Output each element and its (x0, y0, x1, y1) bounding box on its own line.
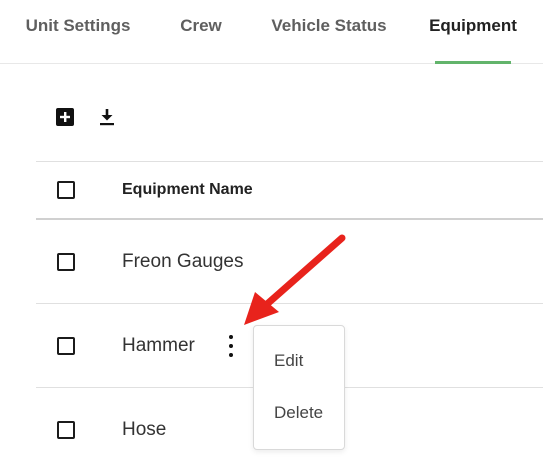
row-actions-menu: Edit Delete (253, 325, 345, 450)
tab-unit-settings[interactable]: Unit Settings (20, 0, 136, 64)
download-button[interactable] (96, 106, 118, 128)
select-all-checkbox[interactable] (57, 181, 75, 199)
add-button[interactable] (54, 106, 76, 128)
tab-bar: Unit Settings Crew Vehicle Status Equipm… (0, 0, 543, 64)
row-divider (36, 303, 543, 304)
equipment-name-cell: Hose (122, 419, 167, 440)
row-actions-kebab-icon[interactable] (222, 333, 240, 359)
table-header-divider (36, 218, 543, 220)
tab-label: Vehicle Status (271, 16, 387, 35)
active-tab-indicator (435, 61, 511, 64)
tab-equipment[interactable]: Equipment (429, 0, 517, 64)
tab-crew[interactable]: Crew (170, 0, 232, 64)
tab-vehicle-status[interactable]: Vehicle Status (262, 0, 396, 64)
add-box-icon (56, 108, 74, 126)
equipment-name-cell: Freon Gauges (122, 251, 244, 272)
page: Unit Settings Crew Vehicle Status Equipm… (0, 0, 543, 470)
row-checkbox[interactable] (57, 337, 75, 355)
tab-label: Unit Settings (25, 16, 131, 35)
table-top-divider (36, 161, 543, 162)
download-icon (100, 109, 114, 126)
tab-label: Equipment (429, 16, 517, 35)
equipment-name-cell: Hammer (122, 335, 195, 356)
edit-menu-item[interactable]: Edit (254, 341, 344, 381)
column-header-equipment-name: Equipment Name (122, 181, 253, 198)
tab-label: Crew (180, 16, 222, 35)
row-checkbox[interactable] (57, 421, 75, 439)
delete-menu-item[interactable]: Delete (254, 393, 344, 433)
row-checkbox[interactable] (57, 253, 75, 271)
